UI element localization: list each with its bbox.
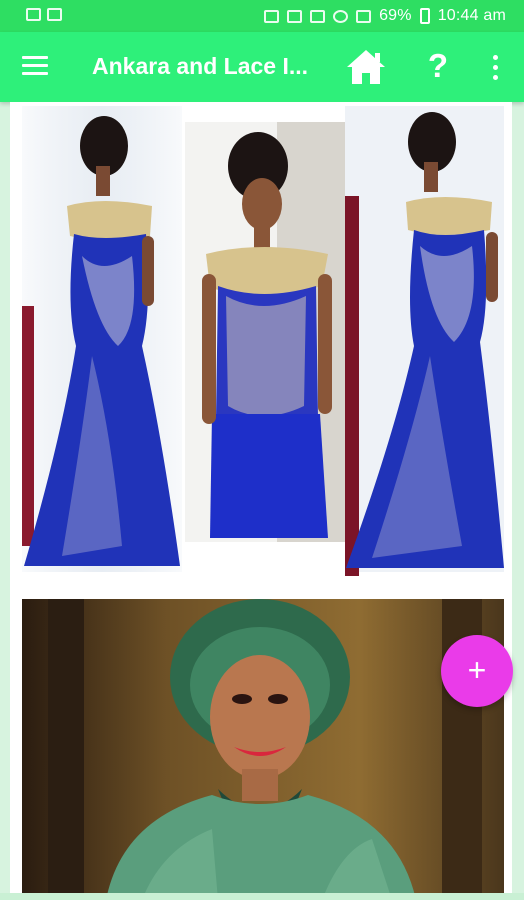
- nfc-icon: [310, 9, 326, 23]
- battery-icon: [419, 8, 430, 24]
- app-title: Ankara and Lace I...: [92, 53, 309, 79]
- gallery-image-blue-gown[interactable]: [22, 106, 504, 576]
- home-icon[interactable]: [344, 47, 388, 87]
- notification-icons: [26, 8, 62, 21]
- status-bar: 69% 10:44 am: [0, 0, 524, 32]
- mail-notification-icon: [47, 8, 62, 21]
- image-list: [10, 102, 512, 900]
- help-button[interactable]: ?: [424, 48, 452, 84]
- app-bar: Ankara and Lace I... ?: [0, 32, 524, 102]
- lock-icon: [264, 9, 280, 23]
- sync-icon: [287, 9, 303, 23]
- clock: 10:44 am: [437, 7, 506, 24]
- more-vert-icon[interactable]: [486, 54, 504, 82]
- hamburger-menu-icon[interactable]: [22, 56, 50, 78]
- bottom-edge: [0, 893, 524, 900]
- gallery-image-green-lace[interactable]: [22, 599, 504, 900]
- battery-percent: 69%: [379, 7, 412, 24]
- signal-icon: [356, 9, 372, 23]
- add-fab-button[interactable]: +: [441, 635, 513, 707]
- image-notification-icon: [26, 8, 41, 21]
- wifi-icon: [333, 9, 349, 23]
- system-icons: 69% 10:44 am: [264, 7, 506, 25]
